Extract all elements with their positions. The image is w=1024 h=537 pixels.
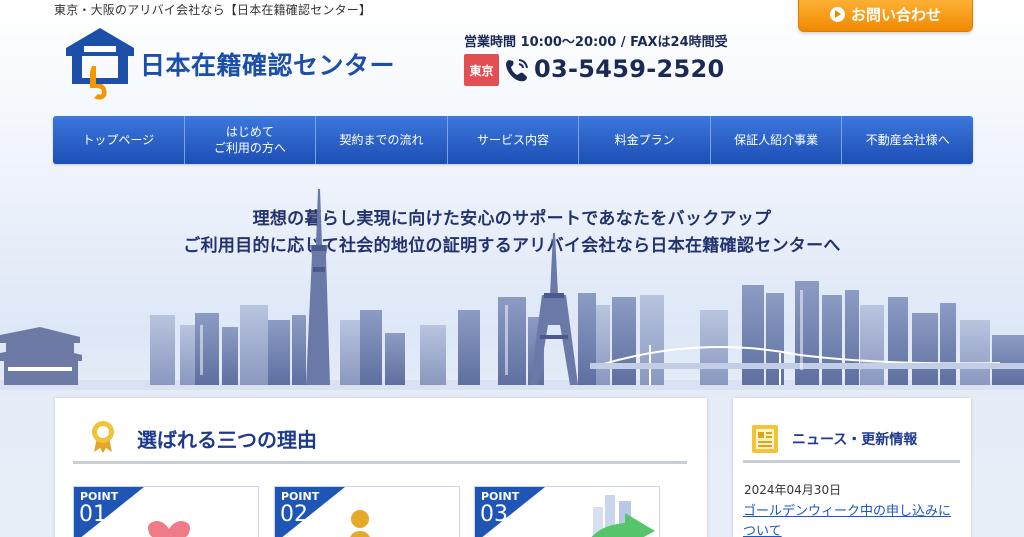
person-icon xyxy=(350,510,370,537)
nav-label: 保証人紹介事業 xyxy=(734,133,819,147)
phone-icon xyxy=(506,59,528,82)
nav-label: 不動産会社様へ xyxy=(865,133,950,147)
heading-divider xyxy=(73,461,687,464)
point-number: 01 xyxy=(79,502,107,527)
nav-label: サービス内容 xyxy=(477,133,550,147)
point-card-2[interactable]: POINT 02 xyxy=(274,486,460,537)
reasons-heading: 選ばれる三つの理由 xyxy=(137,428,317,452)
point-number: 02 xyxy=(280,502,308,527)
business-hours: 営業時間 10:00〜20:00 / FAXは24時間受 xyxy=(464,35,728,50)
contact-button[interactable]: お問い合わせ xyxy=(798,0,973,32)
nav-pricing[interactable]: 料金プラン xyxy=(579,116,711,164)
nav-label: 料金プラン xyxy=(614,133,675,147)
city-skyline-illustration xyxy=(0,189,1024,390)
point-card-1[interactable]: POINT 01 xyxy=(73,486,259,537)
news-item-link[interactable]: ゴールデンウィーク中の申し込みについて xyxy=(743,502,961,537)
nav-real-estate[interactable]: 不動産会社様へ xyxy=(842,116,973,164)
news-divider xyxy=(743,460,960,463)
nav-label: はじめて ご利用の方へ xyxy=(213,125,286,155)
newspaper-icon xyxy=(752,425,778,453)
house-logo-icon xyxy=(66,28,134,100)
logo-text: 日本在籍確認センター xyxy=(140,51,396,80)
news-date: 2024年04月30日 xyxy=(744,483,842,497)
nav-label: 契約までの流れ xyxy=(339,133,424,147)
ribbon-award-icon xyxy=(92,421,114,453)
nav-top-page[interactable]: トップページ xyxy=(53,116,185,164)
play-circle-icon xyxy=(829,6,845,22)
site-logo[interactable]: 日本在籍確認センター xyxy=(62,26,422,104)
contact-button-label: お問い合わせ xyxy=(850,5,941,24)
arrow-icon xyxy=(591,495,655,537)
main-navigation: トップページ はじめて ご利用の方へ 契約までの流れ サービス内容 料金プラン … xyxy=(53,116,973,164)
point-card-3[interactable]: POINT 03 xyxy=(474,486,660,537)
heart-icon xyxy=(148,521,190,537)
nav-first-time[interactable]: はじめて ご利用の方へ xyxy=(185,116,317,164)
nav-label: トップページ xyxy=(82,133,155,147)
nav-services[interactable]: サービス内容 xyxy=(448,116,580,164)
news-heading: ニュース・更新情報 xyxy=(792,432,918,448)
nav-contract-flow[interactable]: 契約までの流れ xyxy=(316,116,448,164)
region-badge: 東京 xyxy=(464,54,499,86)
phone-number[interactable]: 03-5459-2520 xyxy=(534,55,725,83)
site-tagline: 東京・大阪のアリバイ会社なら【日本在籍確認センター】 xyxy=(54,3,372,17)
point-number: 03 xyxy=(480,502,508,527)
nav-guarantor[interactable]: 保証人紹介事業 xyxy=(711,116,843,164)
